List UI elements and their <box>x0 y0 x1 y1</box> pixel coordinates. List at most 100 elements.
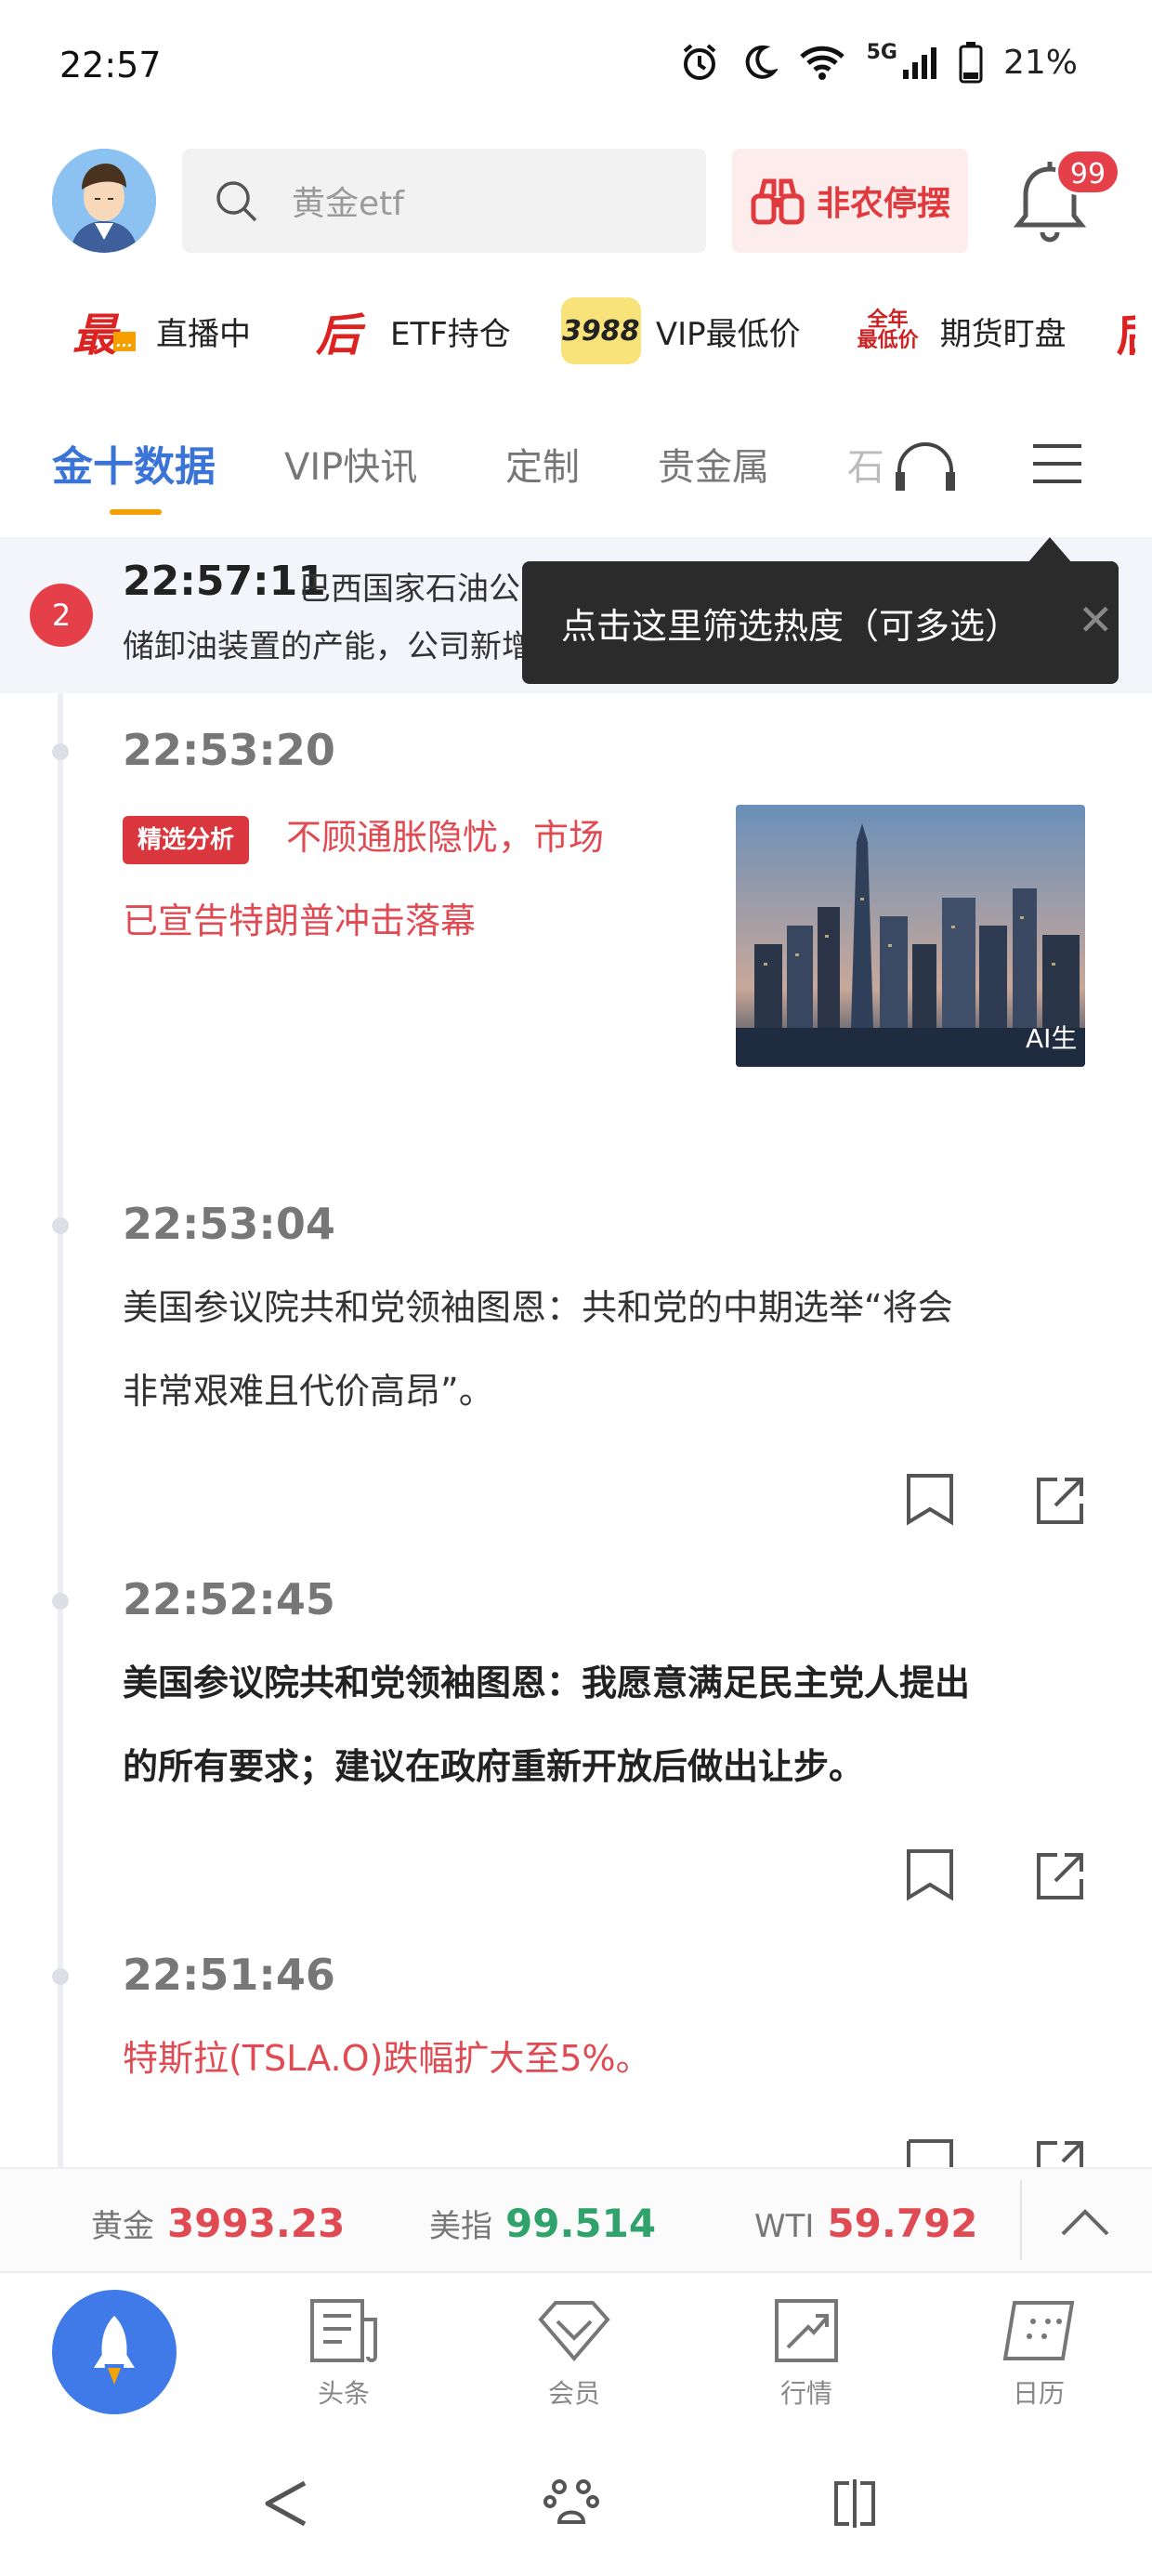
nav-label: 头条 <box>317 2378 370 2409</box>
channel-tabs: 金十数据 VIP快讯 定制 贵金属 石 <box>0 409 1152 520</box>
status-time: 22:57 <box>59 45 162 85</box>
news-text-line2: 已宣告特朗普冲击落幕 <box>123 900 477 941</box>
quick-link-label: ETF持仓 <box>390 315 511 353</box>
news-text-line1: 美国参议院共和党领袖图恩：我愿意满足民主党人提出 <box>123 1663 971 1703</box>
tab-jinshi-data[interactable]: 金十数据 <box>52 433 216 493</box>
back-icon[interactable] <box>258 2476 314 2531</box>
tooltip-close-icon[interactable]: ✕ <box>1078 595 1114 645</box>
tab-oil[interactable]: 石 <box>847 437 884 491</box>
menu-filter-icon[interactable] <box>1029 440 1085 487</box>
nav-calendar[interactable]: 日历 <box>983 2297 1094 2411</box>
futures-icon: 全年 最低价 <box>857 309 919 352</box>
ticker-value: 59.792 <box>827 2201 978 2246</box>
quick-links-row: 最... 直播中 后 ETF持仓 3988 VIP最低价 全年 最低价 期货盯盘 … <box>0 286 1152 375</box>
news-time: 22:51:46 <box>123 1950 335 2000</box>
timeline-dot <box>52 1968 69 1985</box>
battery-icon <box>959 42 983 84</box>
news-item-featured[interactable]: 精选分析 不顾通胀隐忧，市场 已宣告特朗普冲击落幕 <box>123 795 717 963</box>
bookmark-icon[interactable] <box>905 1847 955 1901</box>
nav-label: 行情 <box>779 2378 832 2409</box>
tooltip-arrow <box>1028 537 1072 563</box>
home-rocket-button[interactable] <box>52 2290 177 2414</box>
quick-link-live[interactable]: 最... 直播中 <box>67 298 251 363</box>
avatar[interactable] <box>52 149 156 253</box>
ticker-value: 3993.23 <box>167 2201 346 2246</box>
tab-vip-flash[interactable]: VIP快讯 <box>284 437 417 491</box>
nfp-label: 非农停摆 <box>816 185 950 223</box>
tab-custom[interactable]: 定制 <box>505 437 580 491</box>
news-text-line1: 不顾通胀隐忧，市场 <box>286 817 605 858</box>
search-icon <box>216 181 257 222</box>
quick-link-vip-price[interactable]: 3988 VIP最低价 <box>560 297 801 364</box>
notification-badge: 99 <box>1055 149 1120 195</box>
share-icon[interactable] <box>1035 2137 1085 2167</box>
share-icon[interactable] <box>1035 1474 1085 1528</box>
search-input[interactable]: 黄金etf <box>182 149 706 253</box>
ticker-name: WTI <box>754 2208 815 2245</box>
binoculars-icon <box>751 178 805 225</box>
ticker-divider <box>1020 2180 1022 2260</box>
battery-level: 21% <box>1002 43 1078 82</box>
vip-price-icon: 3988 <box>560 297 641 364</box>
timeline-dot <box>52 1593 69 1610</box>
recent-apps-icon[interactable] <box>827 2476 883 2531</box>
ticker-wti[interactable]: WTI 59.792 <box>754 2201 978 2246</box>
market-ticker-bar: 黄金 3993.23 美指 99.514 WTI 59.792 <box>0 2167 1152 2273</box>
user-avatar-icon <box>52 149 156 253</box>
tooltip-text: 点击这里筛选热度（可多选） <box>561 605 1021 647</box>
featured-analysis-tag: 精选分析 <box>123 815 250 864</box>
timeline-dot <box>52 1217 69 1234</box>
news-item[interactable]: 特斯拉(TSLA.O)跌幅扩大至5%。 <box>123 2017 1107 2100</box>
signal-icon <box>902 47 936 79</box>
system-navigation-bar <box>0 2438 1152 2576</box>
status-icons: 5G 21% <box>679 41 1078 84</box>
home-icon[interactable] <box>543 2474 600 2531</box>
news-item[interactable]: 美国参议院共和党领袖图恩：共和党的中期选举“将会 非常艰难且代价高昂”。 <box>123 1266 1107 1433</box>
diamond-icon <box>538 2301 610 2362</box>
headlines-icon <box>310 2299 377 2362</box>
search-placeholder: 黄金etf <box>292 185 404 223</box>
news-text-line2: 非常艰难且代价高昂”。 <box>123 1371 494 1412</box>
pinned-count-badge: 2 <box>30 584 93 647</box>
ticker-value: 99.514 <box>505 2201 657 2246</box>
nav-market[interactable]: 行情 <box>751 2297 862 2411</box>
network-label: 5G <box>866 41 897 64</box>
ticker-usd-index[interactable]: 美指 99.514 <box>429 2201 656 2246</box>
quick-link-etf[interactable]: 后 ETF持仓 <box>301 298 511 363</box>
timeline-line <box>58 693 63 2173</box>
news-item[interactable]: 美国参议院共和党领袖图恩：我愿意满足民主党人提出 的所有要求；建议在政府重新开放… <box>123 1641 1126 1808</box>
market-chart-icon <box>775 2299 838 2362</box>
calendar-icon <box>1002 2301 1075 2360</box>
nfp-promo-button[interactable]: 非农停摆 <box>732 149 968 253</box>
news-text-line2: 的所有要求；建议在政府重新开放后做出让步。 <box>123 1746 865 1787</box>
news-time: 22:53:20 <box>123 725 335 775</box>
headphones-icon[interactable] <box>892 435 959 494</box>
ticker-name: 黄金 <box>91 2208 154 2245</box>
tab-precious-metals[interactable]: 贵金属 <box>658 437 769 491</box>
filter-tooltip[interactable]: 点击这里筛选热度（可多选） <box>522 561 1119 684</box>
more-quick-icon[interactable]: 后 <box>1117 298 1135 363</box>
news-time: 22:52:45 <box>123 1574 335 1624</box>
quick-link-label: 直播中 <box>156 315 251 353</box>
ticker-name: 美指 <box>429 2208 492 2245</box>
live-icon: 最... <box>67 298 141 363</box>
bookmark-icon[interactable] <box>905 2137 955 2167</box>
active-tab-indicator <box>110 509 162 515</box>
quick-link-label: 期货盯盘 <box>939 315 1067 353</box>
bookmark-icon[interactable] <box>905 1472 955 1526</box>
quick-link-futures[interactable]: 全年 最低价 期货盯盘 <box>851 298 1067 363</box>
quick-link-label: VIP最低价 <box>655 315 801 353</box>
news-text-line1: 特斯拉(TSLA.O)跌幅扩大至5%。 <box>123 2038 651 2079</box>
news-time: 22:53:04 <box>123 1199 335 1249</box>
nav-label: 日历 <box>1012 2378 1065 2409</box>
dnd-moon-icon <box>745 45 778 79</box>
nav-headlines[interactable]: 头条 <box>288 2297 399 2411</box>
chevron-up-icon[interactable] <box>1059 2202 1111 2240</box>
etf-icon: 后 <box>315 309 360 361</box>
ai-generated-label: AI生 <box>1026 1023 1078 1054</box>
ticker-gold[interactable]: 黄金 3993.23 <box>91 2201 345 2246</box>
news-text-line1: 美国参议院共和党领袖图恩：共和党的中期选举“将会 <box>123 1287 953 1328</box>
alarm-icon <box>683 44 715 80</box>
share-icon[interactable] <box>1035 1849 1085 1903</box>
nav-membership[interactable]: 会员 <box>518 2297 630 2411</box>
